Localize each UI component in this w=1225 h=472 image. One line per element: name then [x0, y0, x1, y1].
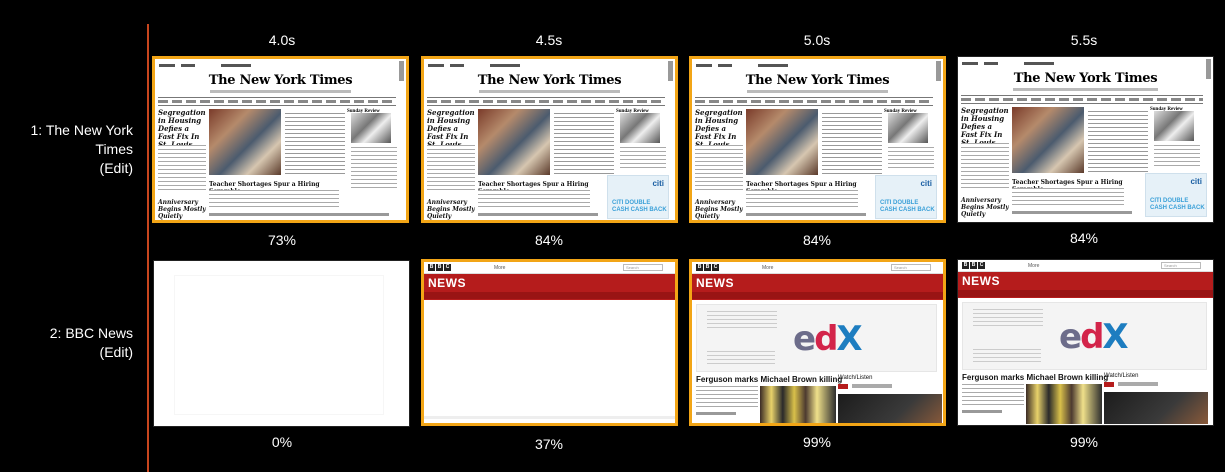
nyt-side-photo — [888, 113, 928, 143]
citi-ad-text: CITI DOUBLE CASH CASH BACK — [612, 200, 667, 213]
nyt-side-photo — [620, 113, 660, 143]
bbc-news-title: NEWS — [962, 274, 1000, 288]
time-label-2: 4.5s — [535, 32, 563, 48]
time-label-3: 5.0s — [803, 32, 831, 48]
nyt-nav — [961, 98, 1203, 101]
nyt-main-photo — [209, 109, 281, 175]
bbc-logo: BBC — [428, 264, 451, 271]
nyt-main-photo — [1012, 107, 1084, 173]
bbc-watch-listen[interactable]: Watch/Listen — [1104, 373, 1138, 379]
visual-progress-nyt-4: 84% — [1069, 230, 1099, 246]
bbc-logo: BBC — [962, 262, 985, 269]
edx-ad[interactable]: edX — [962, 302, 1207, 370]
blank-page — [154, 261, 409, 426]
edx-ad[interactable]: edX — [696, 304, 937, 372]
bbc-more-menu[interactable]: More — [494, 265, 505, 271]
nyt-headline: Segregation in Housing Defies a Fast Fix… — [695, 108, 743, 149]
nyt-headline: Segregation in Housing Defies a Fast Fix… — [961, 106, 1009, 147]
nyt-nav — [427, 100, 665, 103]
edx-logo: edX — [793, 319, 863, 359]
row-label-bbc-line1: 2: BBC News — [49, 325, 133, 341]
row-label-nyt-edit-link[interactable]: (Edit) — [0, 159, 133, 178]
nyt-bottom-headline: Anniversary Begins Mostly Quietly — [695, 199, 743, 220]
visual-progress-nyt-2: 84% — [534, 232, 564, 248]
bbc-story-photo — [1026, 384, 1102, 424]
nyt-thumbnail: The New York Times Segregation in Housin… — [692, 59, 943, 220]
bbc-search-input[interactable]: Search — [891, 264, 931, 271]
visual-progress-bbc-3: 99% — [802, 434, 832, 450]
bbc-news-title: NEWS — [428, 276, 466, 290]
bbc-story-photo — [760, 386, 836, 423]
row-label-nyt-line1: 1: The New York — [30, 122, 133, 138]
nyt-side-photo — [1154, 111, 1194, 141]
citi-ad-text: CITI DOUBLE CASH CASH BACK — [880, 200, 935, 213]
visual-progress-bbc-1: 0% — [271, 434, 293, 450]
row-label-nyt: 1: The New York Times (Edit) — [0, 121, 133, 178]
nyt-logo: The New York Times — [208, 73, 353, 88]
bbc-thumbnail: BBC More Search NEWS HomeWorldUKBusiness… — [958, 260, 1213, 425]
visual-progress-bbc-2: 37% — [534, 436, 564, 452]
filmstrip-frame-nyt-3[interactable]: The New York Times Segregation in Housin… — [689, 56, 946, 223]
filmstrip-frame-bbc-1[interactable] — [153, 260, 410, 427]
bbc-search-input[interactable]: Search — [1161, 262, 1201, 269]
bbc-thumbnail: BBC More Search NEWS HomeWorldUKBusiness… — [424, 262, 675, 423]
bbc-video-thumbnail[interactable] — [1104, 392, 1208, 424]
citi-logo: citi — [920, 179, 932, 188]
filmstrip-frame-nyt-4[interactable]: The New York Times Segregation in Housin… — [957, 56, 1214, 223]
nyt-main-photo — [746, 109, 818, 175]
nyt-bottom-headline: Anniversary Begins Mostly Quietly — [158, 199, 206, 220]
bbc-watch-listen[interactable]: Watch/Listen — [838, 375, 872, 381]
visual-progress-nyt-3: 84% — [802, 232, 832, 248]
nyt-headline: Segregation in Housing Defies a Fast Fix… — [158, 108, 206, 149]
bbc-subnav: HomeWorldUKBusinessTechScienceMagazineEn… — [958, 290, 1213, 304]
visual-progress-bbc-4: 99% — [1069, 434, 1099, 450]
bbc-more-menu[interactable]: More — [1028, 263, 1039, 269]
citi-ad-text: CITI DOUBLE CASH CASH BACK — [1150, 198, 1205, 211]
nyt-logo: The New York Times — [745, 73, 890, 88]
citi-logo: citi — [652, 179, 664, 188]
nyt-bottom-headline: Anniversary Begins Mostly Quietly — [427, 199, 475, 220]
bbc-news-title: NEWS — [696, 276, 734, 290]
nyt-nav — [158, 100, 396, 103]
bbc-thumbnail: BBC More Search NEWS HomeWorldUKBusiness… — [692, 262, 943, 423]
row-label-bbc-edit-link[interactable]: (Edit) — [0, 343, 133, 362]
nyt-thumbnail: The New York Times Segregation in Housin… — [958, 57, 1213, 222]
row-label-bbc: 2: BBC News (Edit) — [0, 324, 133, 362]
nyt-main-photo — [478, 109, 550, 175]
nyt-headline: Segregation in Housing Defies a Fast Fix… — [427, 108, 475, 149]
bbc-headline[interactable]: Ferguson marks Michael Brown killing — [696, 375, 842, 384]
filmstrip-frame-nyt-1[interactable]: The New York Times Segregation in Housin… — [152, 56, 409, 223]
nyt-nav — [695, 100, 933, 103]
row-label-nyt-line2: Times — [95, 141, 133, 157]
bbc-subnav: HomeWorldUKBusinessTechScienceMagazineEn… — [424, 292, 675, 306]
filmstrip-frame-nyt-2[interactable]: The New York Times Segregation in Housin… — [421, 56, 678, 223]
nyt-logo: The New York Times — [477, 73, 622, 88]
time-label-1: 4.0s — [268, 32, 296, 48]
bbc-more-menu[interactable]: More — [762, 265, 773, 271]
nyt-thumbnail: The New York Times Segregation in Housin… — [424, 59, 675, 220]
time-label-4: 5.5s — [1070, 32, 1098, 48]
filmstrip-frame-bbc-3[interactable]: BBC More Search NEWS HomeWorldUKBusiness… — [689, 259, 946, 426]
nyt-thumbnail: The New York Times Segregation in Housin… — [155, 59, 406, 220]
nyt-side-photo — [351, 113, 391, 143]
citi-ad[interactable]: citi CITI DOUBLE CASH CASH BACK — [1145, 173, 1207, 217]
citi-ad[interactable]: citi CITI DOUBLE CASH CASH BACK — [875, 175, 937, 219]
timeline-divider — [147, 24, 149, 472]
citi-logo: citi — [1190, 177, 1202, 186]
bbc-subnav: HomeWorldUKBusinessTechScienceMagazineEn… — [692, 292, 943, 306]
edx-logo: edX — [1059, 317, 1129, 357]
nyt-logo: The New York Times — [1013, 71, 1158, 86]
bbc-search-input[interactable]: Search — [623, 264, 663, 271]
bbc-logo: BBC — [696, 264, 719, 271]
nyt-bottom-headline: Anniversary Begins Mostly Quietly — [961, 197, 1009, 218]
bbc-headline[interactable]: Ferguson marks Michael Brown killing — [962, 373, 1108, 382]
visual-progress-nyt-1: 73% — [267, 232, 297, 248]
citi-ad[interactable]: citi CITI DOUBLE CASH CASH BACK — [607, 175, 669, 219]
filmstrip-frame-bbc-4[interactable]: BBC More Search NEWS HomeWorldUKBusiness… — [957, 259, 1214, 426]
filmstrip-frame-bbc-2[interactable]: BBC More Search NEWS HomeWorldUKBusiness… — [421, 259, 678, 426]
bbc-video-thumbnail[interactable] — [838, 394, 942, 423]
